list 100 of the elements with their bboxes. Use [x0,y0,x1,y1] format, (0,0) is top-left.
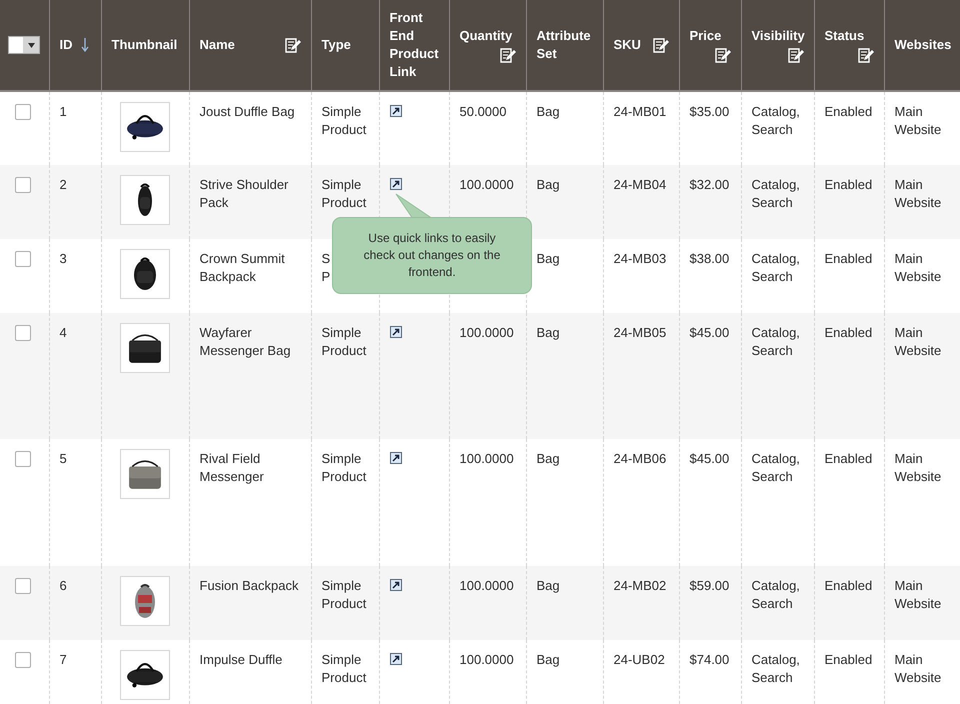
row-checkbox[interactable] [15,104,31,120]
product-type: Simple Product [322,652,366,685]
product-name: Joust Duffle Bag [200,104,295,119]
sku: 24-MB02 [614,578,666,593]
price: $74.00 [690,652,730,667]
edit-icon[interactable] [786,46,804,64]
quantity: 50.0000 [460,104,506,119]
caret-icon[interactable] [28,42,34,48]
websites: Main Website [894,652,942,685]
websites: Main Website [894,104,942,137]
quantity: 100.0000 [460,652,514,667]
edit-icon[interactable] [652,36,668,54]
row-checkbox[interactable] [15,325,31,341]
sku: 24-MB01 [614,104,666,119]
external-link-icon[interactable] [390,105,402,117]
row-checkbox[interactable] [15,578,31,594]
column-header[interactable]: Status [824,26,864,44]
column-header[interactable]: Websites [894,36,952,54]
product-name: Strive Shoulder Pack [200,177,288,210]
sku: 24-MB05 [614,325,666,340]
price: $35.00 [690,104,730,119]
external-link-icon[interactable] [390,326,402,338]
edit-icon[interactable] [856,46,874,64]
attribute-set: Bag [536,451,560,466]
product-name: Wayfarer Messenger Bag [200,325,291,358]
product-type: Simple Product [322,177,366,210]
price: $45.00 [690,325,730,340]
sku: 24-UB02 [614,652,665,667]
price: $32.00 [690,177,730,192]
edit-icon[interactable] [714,46,730,64]
visibility: Catalog, Search [752,578,800,611]
column-header[interactable]: ID [60,36,72,54]
edit-icon[interactable] [498,46,516,64]
row-checkbox[interactable] [15,451,31,467]
external-link-icon[interactable] [390,653,402,665]
status: Enabled [824,652,872,667]
external-link-icon[interactable] [390,579,402,591]
websites: Main Website [894,578,942,611]
product-name: Rival Field Messenger [200,451,264,484]
product-id: 6 [60,578,67,593]
row-checkbox[interactable] [15,251,31,267]
column-header[interactable]: Thumbnail [112,36,178,54]
column-header[interactable]: Name [200,36,235,54]
sort-arrow-icon[interactable] [80,38,88,52]
status: Enabled [824,578,872,593]
attribute-set: Bag [536,104,560,119]
sku: 24-MB03 [614,251,666,266]
product-id: 1 [60,104,67,119]
attribute-set: Bag [536,177,560,192]
column-header[interactable]: Quantity [460,26,512,44]
product-name: Crown Summit Backpack [200,251,285,284]
row-checkbox[interactable] [15,177,31,193]
column-header[interactable]: Visibility [752,26,805,44]
attribute-set: Bag [536,578,560,593]
price: $38.00 [690,251,730,266]
price: $45.00 [690,451,730,466]
attribute-set: Bag [536,652,560,667]
tooltip-text: Use quick links to easily check out changes on the frontend. [362,230,502,281]
quantity: 100.0000 [460,578,514,593]
product-id: 4 [60,325,67,340]
product-id: 5 [60,451,67,466]
websites: Main Website [894,451,942,484]
row-checkbox[interactable] [15,652,31,668]
visibility: Catalog, Search [752,451,800,484]
quantity: 100.0000 [460,451,514,466]
mass-select-checkbox[interactable] [8,36,40,54]
product-id: 2 [60,177,67,192]
product-id: 7 [60,652,67,667]
status: Enabled [824,104,872,119]
visibility: Catalog, Search [752,104,800,137]
product-type: Simple Product [322,578,366,611]
attribute-set: Bag [536,325,560,340]
visibility: Catalog, Search [752,652,800,685]
product-type: S P [322,251,330,284]
external-link-icon[interactable] [390,452,402,464]
status: Enabled [824,177,872,192]
websites: Main Website [894,177,942,210]
visibility: Catalog, Search [752,325,800,358]
visibility: Catalog, Search [752,177,800,210]
product-type: Simple Product [322,325,366,358]
product-id: 3 [60,251,67,266]
sku: 24-MB04 [614,177,666,192]
column-header[interactable]: SKU [614,36,641,54]
quantity: 100.0000 [460,325,514,340]
product-type: Simple Product [322,451,366,484]
product-type: Simple Product [322,104,366,137]
attribute-set: Bag [536,251,560,266]
quantity: 100.0000 [460,177,514,192]
sku: 24-MB06 [614,451,666,466]
websites: Main Website [894,325,942,358]
product-name: Fusion Backpack [200,578,298,593]
status: Enabled [824,325,872,340]
external-link-icon[interactable] [390,178,402,190]
column-header[interactable]: Price [690,26,722,44]
column-header[interactable]: Type [322,36,351,54]
product-name: Impulse Duffle [200,652,282,667]
edit-icon[interactable] [284,36,300,54]
visibility: Catalog, Search [752,251,800,284]
price: $59.00 [690,578,730,593]
websites: Main Website [894,251,942,284]
